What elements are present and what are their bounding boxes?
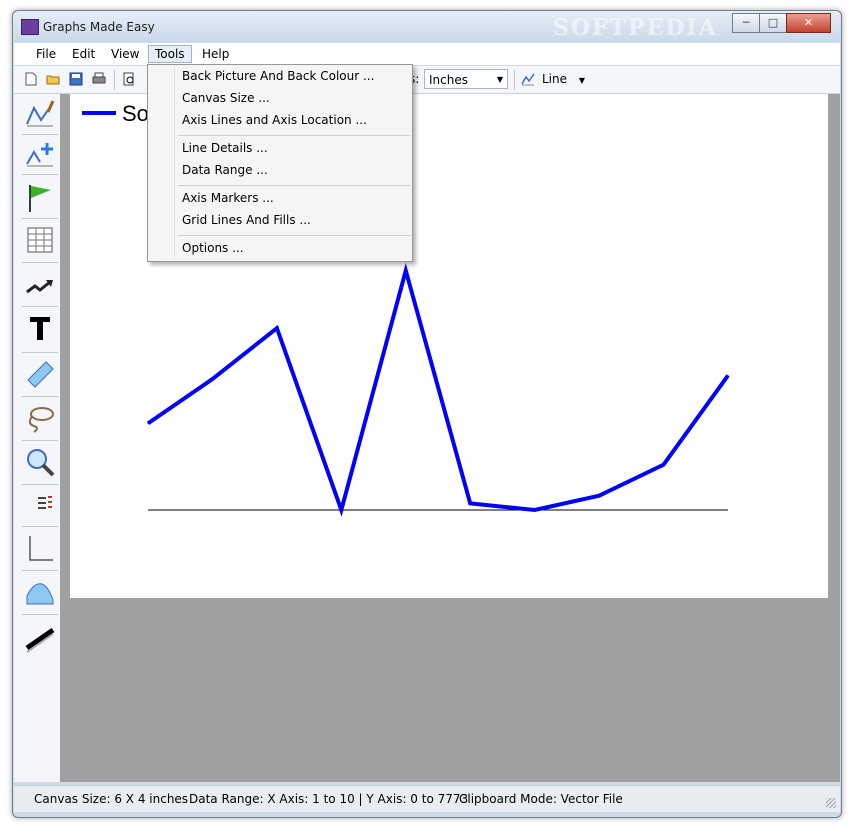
open-icon[interactable] <box>46 72 60 86</box>
new-icon[interactable] <box>24 72 38 86</box>
data-point <box>405 270 407 272</box>
data-point <box>276 327 278 329</box>
sidebar-separator <box>22 306 58 307</box>
menu-item-axis-lines[interactable]: Axis Lines and Axis Location ... <box>182 111 367 129</box>
menu-tools[interactable]: Tools <box>148 45 192 63</box>
chart-type-label: Line <box>542 72 568 86</box>
menu-gutter <box>174 67 175 259</box>
status-canvas-size: Canvas Size: 6 X 4 inches <box>34 792 189 806</box>
data-point <box>469 502 471 504</box>
area-fill-icon[interactable] <box>24 576 56 608</box>
grid-table-icon[interactable] <box>24 224 56 256</box>
status-clipboard-mode: Clipboard Mode: Vector File <box>459 792 623 806</box>
sidebar-separator <box>22 262 58 263</box>
print-preview-icon[interactable] <box>122 72 136 86</box>
menu-item-canvas-size[interactable]: Canvas Size ... <box>182 89 270 107</box>
line-chart-icon <box>521 73 535 86</box>
watermark-logo: SOFTPEDIA <box>553 15 718 41</box>
sidebar-separator <box>22 352 58 353</box>
tools-menu-dropdown: Back Picture And Back Colour ... Canvas … <box>147 64 413 262</box>
menu-view[interactable]: View <box>105 46 145 62</box>
menu-edit[interactable]: Edit <box>66 46 101 62</box>
data-point <box>340 509 342 511</box>
save-icon[interactable] <box>69 72 83 86</box>
axis-icon[interactable] <box>24 532 56 564</box>
units-select[interactable]: Inches ▼ <box>424 69 508 89</box>
close-button[interactable]: ✕ <box>786 13 831 33</box>
sidebar-separator <box>22 614 58 615</box>
window-title: Graphs Made Easy <box>43 20 155 34</box>
zoom-icon[interactable] <box>24 446 56 478</box>
data-point <box>211 378 213 380</box>
chevron-down-icon: ▼ <box>578 76 585 85</box>
thick-line-icon[interactable] <box>24 622 56 654</box>
toolbar: s: Inches ▼ Line ▼ <box>14 66 840 94</box>
status-bar: Canvas Size: 6 X 4 inches Data Range: X … <box>14 785 840 812</box>
sidebar-separator <box>22 134 58 135</box>
menu-help[interactable]: Help <box>196 46 235 62</box>
chevron-down-icon: ▼ <box>496 75 503 84</box>
list-icon[interactable] <box>24 490 56 522</box>
data-point <box>727 375 729 377</box>
draw-line-icon[interactable] <box>24 98 56 130</box>
add-point-icon[interactable] <box>24 138 56 170</box>
menu-item-line-details[interactable]: Line Details ... <box>182 139 268 157</box>
menu-file[interactable]: File <box>30 46 62 62</box>
chart-type-select[interactable]: Line ▼ <box>542 70 585 90</box>
units-select-value: Inches <box>429 73 468 87</box>
title-bar[interactable]: Graphs Made Easy SOFTPEDIA ─ □ ✕ <box>13 11 841 43</box>
status-data-range: Data Range: X Axis: 1 to 10 | Y Axis: 0 … <box>189 792 469 806</box>
menu-item-axis-markers[interactable]: Axis Markers ... <box>182 189 274 207</box>
trend-arrow-icon[interactable] <box>24 270 56 302</box>
tool-sidebar <box>14 94 61 782</box>
sidebar-separator <box>22 174 58 175</box>
eraser-icon[interactable] <box>24 358 56 390</box>
menu-item-data-range[interactable]: Data Range ... <box>182 161 268 179</box>
menu-bar: File Edit View Tools Help <box>14 43 840 65</box>
sidebar-separator <box>22 396 58 397</box>
toolbar-separator <box>114 70 115 90</box>
toolbar-separator <box>514 70 515 90</box>
menu-item-back-picture[interactable]: Back Picture And Back Colour ... <box>182 67 374 85</box>
sidebar-separator <box>22 570 58 571</box>
sidebar-separator <box>22 484 58 485</box>
menu-item-grid-lines[interactable]: Grid Lines And Fills ... <box>182 211 311 229</box>
legend-label: So <box>122 101 149 126</box>
resize-grip[interactable] <box>826 798 836 808</box>
menu-separator <box>178 135 410 136</box>
menu-separator <box>178 185 410 186</box>
data-point <box>598 495 600 497</box>
app-icon <box>21 19 39 35</box>
data-point <box>534 509 536 511</box>
data-point <box>147 422 149 424</box>
menu-item-options[interactable]: Options ... <box>182 239 244 257</box>
sidebar-separator <box>22 440 58 441</box>
app-window: Graphs Made Easy SOFTPEDIA ─ □ ✕ File Ed… <box>12 10 842 818</box>
sidebar-separator <box>22 218 58 219</box>
flag-icon[interactable] <box>24 182 56 214</box>
text-tool-icon[interactable] <box>24 312 56 344</box>
maximize-button[interactable]: □ <box>759 13 787 33</box>
series-line-0[interactable] <box>146 262 730 517</box>
print-icon[interactable] <box>92 72 106 86</box>
minimize-button[interactable]: ─ <box>732 13 760 33</box>
sidebar-separator <box>22 526 58 527</box>
menu-separator <box>178 235 410 236</box>
data-point <box>663 464 665 466</box>
lasso-icon[interactable] <box>24 402 56 434</box>
